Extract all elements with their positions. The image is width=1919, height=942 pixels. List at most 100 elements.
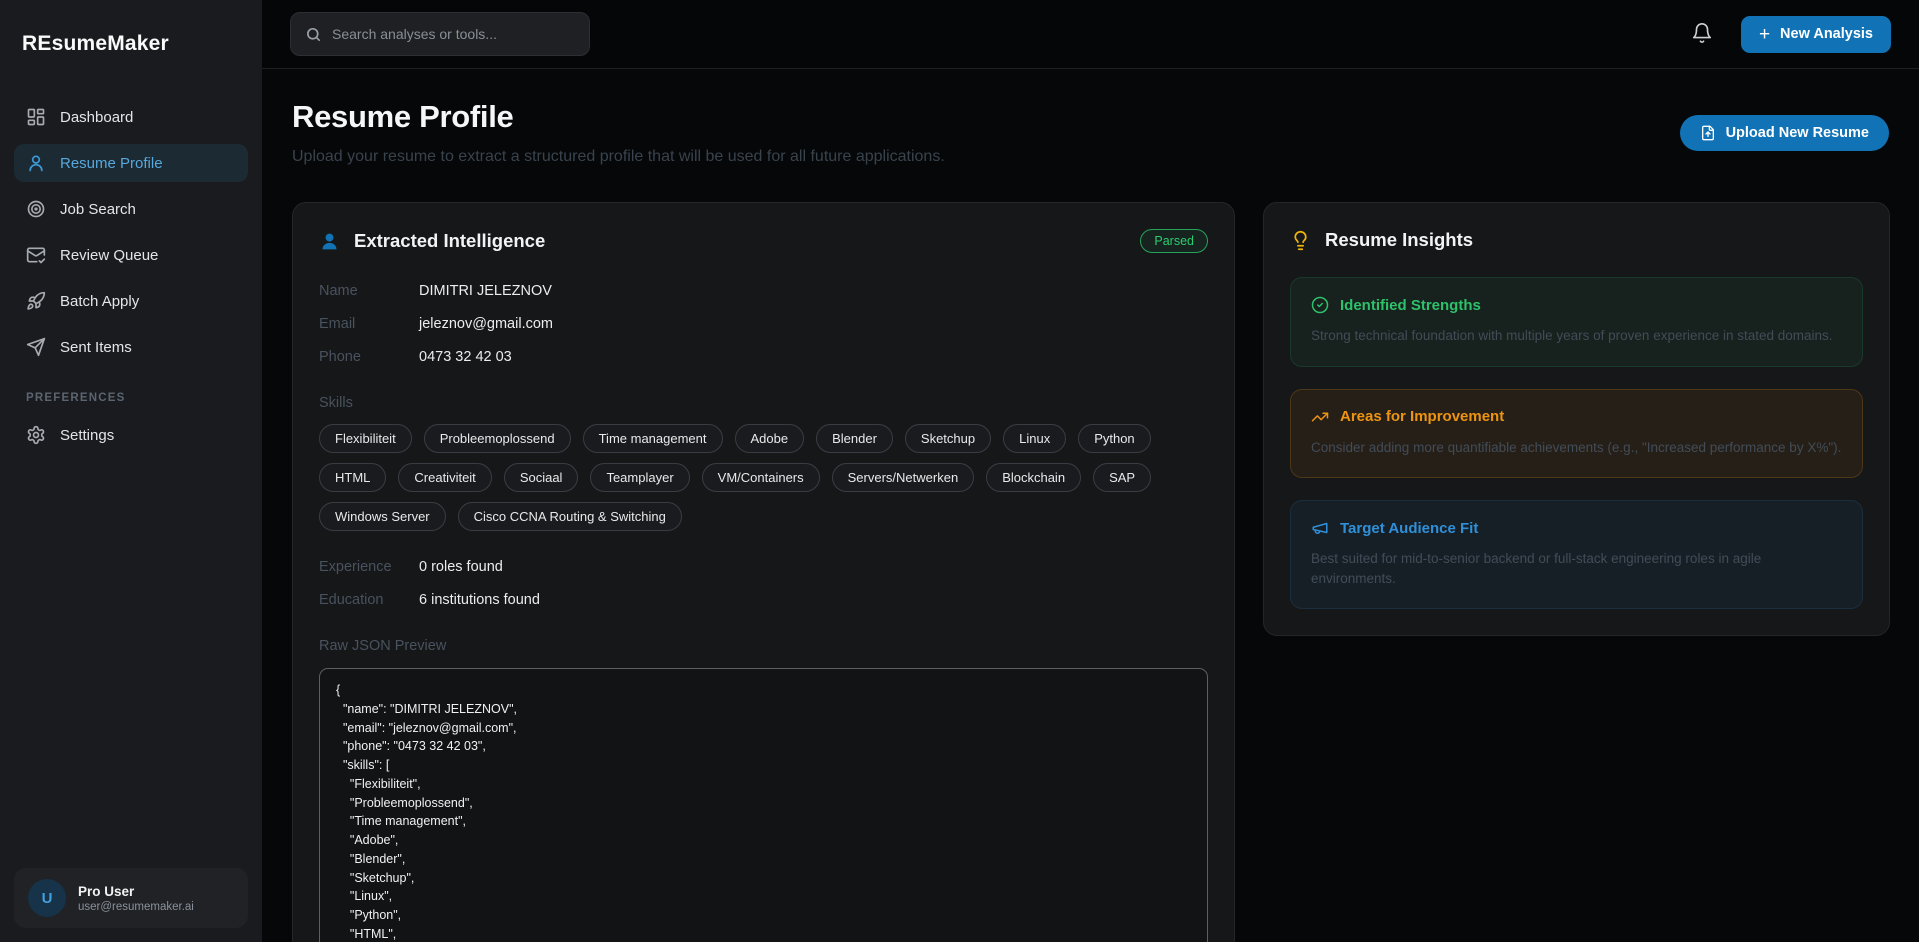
sidebar-item-job-search[interactable]: Job Search — [14, 190, 248, 228]
sidebar-item-label: Batch Apply — [60, 293, 139, 310]
insight-audience-header: Target Audience Fit — [1311, 519, 1842, 537]
insight-description: Strong technical foundation with multipl… — [1311, 326, 1842, 346]
experience-label: Experience — [319, 559, 419, 575]
page-title: Resume Profile — [292, 99, 945, 135]
dashboard-icon — [26, 107, 46, 127]
skill-chip: Teamplayer — [590, 463, 689, 492]
sidebar-item-review-queue[interactable]: Review Queue — [14, 236, 248, 274]
page-header: Resume Profile Upload your resume to ext… — [292, 99, 1889, 166]
insight-strengths-header: Identified Strengths — [1311, 296, 1842, 314]
education-label: Education — [319, 592, 419, 608]
sidebar-item-batch-apply[interactable]: Batch Apply — [14, 282, 248, 320]
field-label: Phone — [319, 349, 419, 365]
bell-icon[interactable] — [1691, 22, 1715, 46]
insights-card-title: Resume Insights — [1325, 229, 1473, 251]
field-row-phone: Phone 0473 32 42 03 — [319, 349, 1208, 365]
search-icon — [305, 26, 322, 43]
extracted-intelligence-card: Extracted Intelligence Parsed Name DIMIT… — [292, 202, 1235, 942]
field-value: 0473 32 42 03 — [419, 349, 512, 365]
upload-button-label: Upload New Resume — [1726, 125, 1869, 141]
send-icon — [26, 337, 46, 357]
sidebar-item-resume-profile[interactable]: Resume Profile — [14, 144, 248, 182]
trending-up-icon — [1311, 408, 1329, 426]
check-circle-icon — [1311, 296, 1329, 314]
raw-json-label: Raw JSON Preview — [319, 638, 1208, 654]
field-label: Email — [319, 316, 419, 332]
plus-icon: + — [1759, 25, 1770, 44]
skills-chips: Flexibiliteit Probleemoplossend Time man… — [319, 424, 1179, 531]
field-value: jeleznov@gmail.com — [419, 316, 553, 332]
sidebar-nav: Dashboard Resume Profile Job Search Revi… — [14, 98, 248, 366]
experience-value: 0 roles found — [419, 559, 503, 575]
search-box[interactable] — [290, 12, 590, 56]
sidebar-item-dashboard[interactable]: Dashboard — [14, 98, 248, 136]
skill-chip: Python — [1078, 424, 1150, 453]
field-row-experience: Experience 0 roles found — [319, 559, 1208, 575]
sidebar-preferences-nav: Settings — [14, 416, 248, 454]
upload-new-resume-button[interactable]: Upload New Resume — [1680, 115, 1889, 151]
raw-json-preview[interactable]: { "name": "DIMITRI JELEZNOV", "email": "… — [319, 668, 1208, 942]
skill-chip: Linux — [1003, 424, 1066, 453]
sidebar-item-label: Settings — [60, 427, 114, 444]
insight-improvement: Areas for Improvement Consider adding mo… — [1290, 389, 1863, 479]
user-email: user@resumemaker.ai — [78, 901, 194, 913]
page-subtitle: Upload your resume to extract a structur… — [292, 148, 945, 166]
user-name: Pro User — [78, 884, 194, 899]
insights-card-header: Resume Insights — [1290, 229, 1863, 251]
insight-title: Identified Strengths — [1340, 297, 1481, 314]
user-info: Pro User user@resumemaker.ai — [78, 884, 194, 913]
new-analysis-label: New Analysis — [1780, 26, 1873, 42]
sidebar: REsumeMaker Dashboard Resume Profile Job… — [0, 0, 262, 942]
skill-chip: Cisco CCNA Routing & Switching — [458, 502, 682, 531]
target-icon — [26, 199, 46, 219]
topbar-actions: + New Analysis — [1691, 16, 1891, 53]
meta-rows: Experience 0 roles found Education 6 ins… — [319, 559, 1208, 608]
extracted-card-title: Extracted Intelligence — [354, 230, 545, 252]
sidebar-item-label: Resume Profile — [60, 155, 163, 172]
skill-chip: Blender — [816, 424, 893, 453]
skill-chip: Sociaal — [504, 463, 579, 492]
app-logo: REsumeMaker — [14, 20, 248, 56]
skill-chip: SAP — [1093, 463, 1151, 492]
raw-json-content: { "name": "DIMITRI JELEZNOV", "email": "… — [336, 681, 1191, 942]
gear-icon — [26, 425, 46, 445]
insight-audience: Target Audience Fit Best suited for mid-… — [1290, 500, 1863, 609]
insight-title: Areas for Improvement — [1340, 408, 1504, 425]
skills-label: Skills — [319, 395, 1208, 411]
user-solid-icon — [319, 230, 341, 252]
skill-chip: Servers/Netwerken — [832, 463, 975, 492]
skill-chip: Adobe — [735, 424, 805, 453]
field-label: Name — [319, 283, 419, 299]
insight-description: Consider adding more quantifiable achiev… — [1311, 438, 1842, 458]
mail-check-icon — [26, 245, 46, 265]
insight-description: Best suited for mid-to-senior backend or… — [1311, 549, 1842, 588]
app-root: REsumeMaker Dashboard Resume Profile Job… — [0, 0, 1919, 942]
skill-chip: Sketchup — [905, 424, 991, 453]
sidebar-item-settings[interactable]: Settings — [14, 416, 248, 454]
new-analysis-button[interactable]: + New Analysis — [1741, 16, 1891, 53]
insight-improvement-header: Areas for Improvement — [1311, 408, 1842, 426]
sidebar-item-label: Review Queue — [60, 247, 158, 264]
sidebar-item-label: Job Search — [60, 201, 136, 218]
skill-chip: VM/Containers — [702, 463, 820, 492]
user-icon — [26, 153, 46, 173]
preferences-section-label: PREFERENCES — [26, 392, 236, 404]
cards-row: Extracted Intelligence Parsed Name DIMIT… — [292, 202, 1889, 942]
sidebar-item-sent-items[interactable]: Sent Items — [14, 328, 248, 366]
field-row-email: Email jeleznov@gmail.com — [319, 316, 1208, 332]
rocket-icon — [26, 291, 46, 311]
insights-list: Identified Strengths Strong technical fo… — [1290, 277, 1863, 609]
field-value: DIMITRI JELEZNOV — [419, 283, 552, 299]
skill-chip: Blockchain — [986, 463, 1081, 492]
main-column: + New Analysis Resume Profile Upload you… — [262, 0, 1919, 942]
insight-strengths: Identified Strengths Strong technical fo… — [1290, 277, 1863, 367]
skill-chip: HTML — [319, 463, 386, 492]
user-card[interactable]: U Pro User user@resumemaker.ai — [14, 868, 248, 928]
skill-chip: Time management — [583, 424, 723, 453]
sidebar-item-label: Dashboard — [60, 109, 133, 126]
topbar: + New Analysis — [262, 0, 1919, 69]
avatar: U — [28, 879, 66, 917]
insight-title: Target Audience Fit — [1340, 520, 1478, 537]
extracted-card-header: Extracted Intelligence Parsed — [319, 229, 1208, 253]
search-input[interactable] — [332, 26, 575, 42]
